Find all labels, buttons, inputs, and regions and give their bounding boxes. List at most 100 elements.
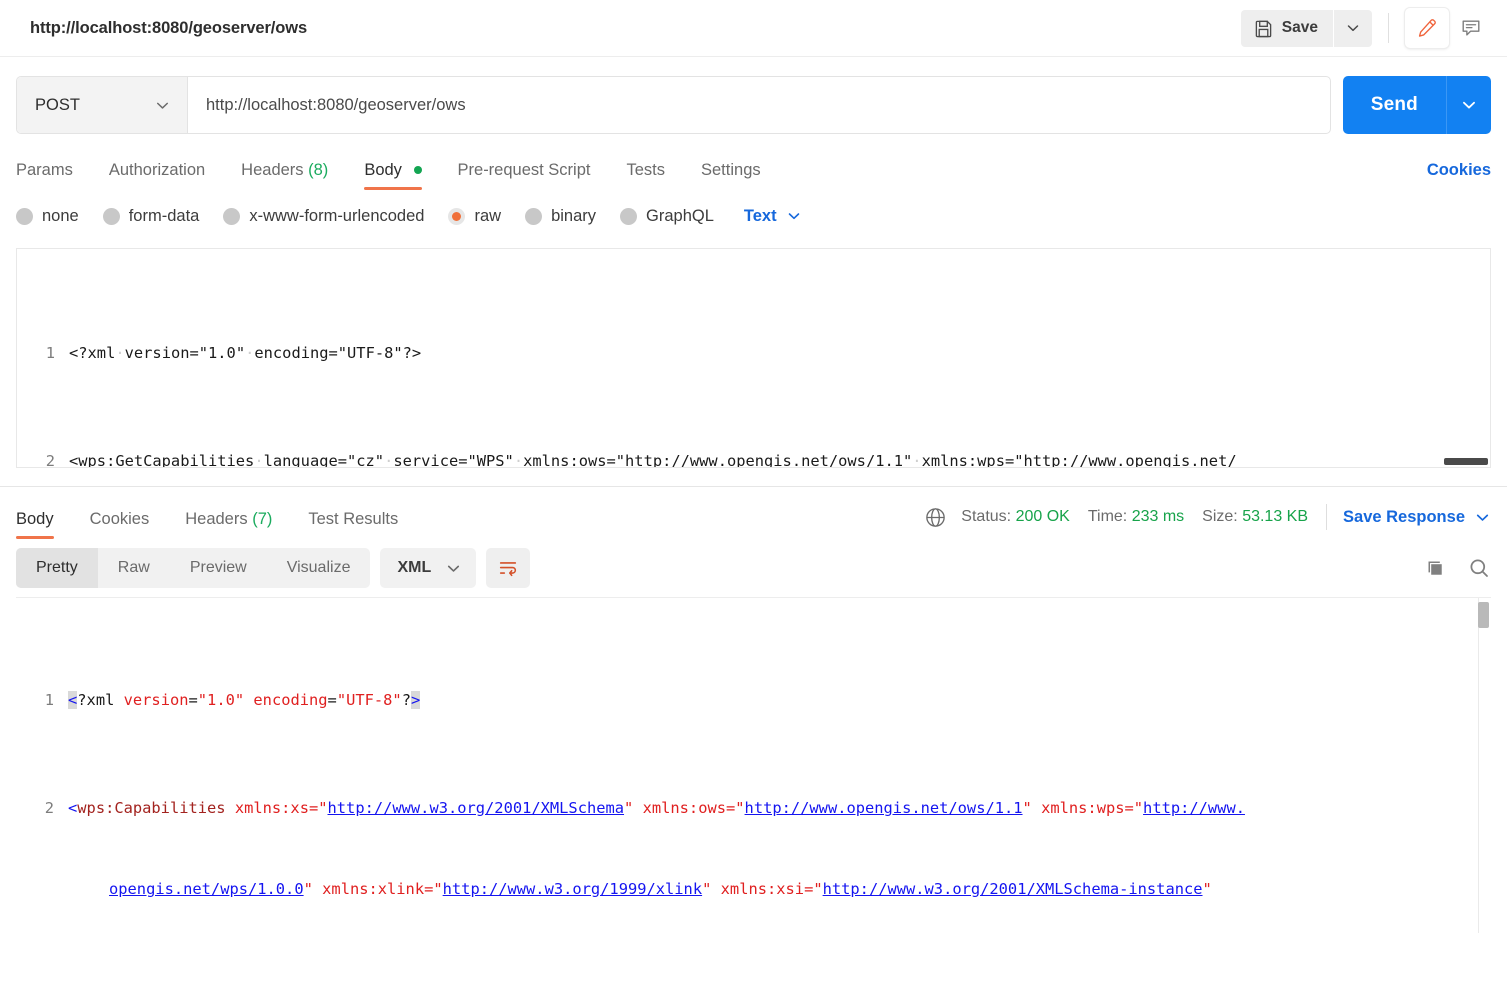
body-type-raw[interactable]: raw: [448, 207, 501, 226]
save-response-label: Save Response: [1343, 508, 1465, 527]
send-options-button[interactable]: [1446, 76, 1491, 134]
url-bar-section: POST Send: [0, 57, 1507, 134]
view-mode-raw[interactable]: Raw: [98, 548, 170, 588]
radio-label: x-www-form-urlencoded: [249, 207, 424, 226]
radio-icon-selected: [448, 208, 465, 225]
tab-count: (7): [252, 510, 272, 528]
tab-label: Body: [16, 510, 54, 528]
status-item: Status: 200 OK: [961, 508, 1070, 526]
code-line-text: <wps:GetCapabilities·language="cz"·servi…: [69, 448, 1490, 468]
radio-icon: [620, 208, 637, 225]
tab-settings[interactable]: Settings: [701, 161, 761, 190]
tab-label: Settings: [701, 161, 761, 179]
send-button-group: Send: [1343, 76, 1491, 134]
tab-label: Cookies: [90, 510, 150, 528]
tab-label: Test Results: [308, 510, 398, 528]
top-bar: http://localhost:8080/geoserver/ows Save: [0, 0, 1507, 57]
copy-icon[interactable]: [1424, 557, 1447, 580]
tab-label: Authorization: [109, 161, 205, 179]
save-response-button[interactable]: Save Response: [1343, 508, 1491, 527]
radio-label: none: [42, 207, 79, 226]
line-number-blank: [16, 876, 68, 903]
response-body-viewer[interactable]: 1 <?xml version="1.0" encoding="UTF-8"?>…: [16, 597, 1491, 933]
radio-icon: [525, 208, 542, 225]
request-editor-horizontal-scrollbar[interactable]: [1444, 458, 1488, 465]
tab-pre-request-script[interactable]: Pre-request Script: [458, 161, 591, 190]
tab-params[interactable]: Params: [16, 161, 73, 190]
tab-tests[interactable]: Tests: [626, 161, 665, 190]
body-type-graphql[interactable]: GraphQL: [620, 207, 714, 226]
code-line-text: <?xml version="1.0" encoding="UTF-8"?>: [68, 687, 1491, 714]
url-bar: POST: [16, 76, 1331, 134]
body-type-x-www-form-urlencoded[interactable]: x-www-form-urlencoded: [223, 207, 424, 226]
line-number: 1: [17, 340, 69, 367]
radio-label: form-data: [129, 207, 200, 226]
save-options-button[interactable]: [1334, 10, 1372, 47]
view-mode-visualize[interactable]: Visualize: [267, 548, 371, 588]
view-mode-preview[interactable]: Preview: [170, 548, 267, 588]
radio-label: binary: [551, 207, 596, 226]
code-line-row: 1 <?xml·version="1.0"·encoding="UTF-8"?>: [17, 340, 1490, 367]
request-body-editor[interactable]: 1 <?xml·version="1.0"·encoding="UTF-8"?>…: [16, 248, 1491, 468]
comments-button[interactable]: [1449, 8, 1493, 48]
tab-body[interactable]: Body: [364, 161, 421, 190]
body-type-row: none form-data x-www-form-urlencoded raw…: [0, 194, 1507, 238]
request-tabs: Params Authorization Headers (8) Body Pr…: [0, 150, 1507, 190]
chevron-down-icon: [786, 208, 802, 224]
response-toolbar-right: [1424, 556, 1491, 580]
method-select[interactable]: POST: [17, 77, 188, 133]
pencil-icon: [1416, 17, 1438, 39]
size-value: 53.13 KB: [1242, 508, 1308, 525]
status-label: Status:: [961, 508, 1011, 525]
body-type-binary[interactable]: binary: [525, 207, 596, 226]
save-button[interactable]: Save: [1241, 10, 1333, 47]
radio-label: raw: [474, 207, 501, 226]
tab-headers[interactable]: Headers (8): [241, 161, 328, 190]
body-present-dot-icon: [414, 166, 422, 174]
tab-authorization[interactable]: Authorization: [109, 161, 205, 190]
raw-format-select[interactable]: Text: [744, 207, 802, 226]
tab-label: Headers: [241, 161, 303, 179]
size-label: Size:: [1202, 508, 1238, 525]
response-vertical-scrollbar[interactable]: [1478, 602, 1489, 628]
request-code[interactable]: 1 <?xml·version="1.0"·encoding="UTF-8"?>…: [17, 259, 1490, 468]
response-toolbar: Pretty Raw Preview Visualize XML: [0, 539, 1507, 597]
time-label: Time:: [1088, 508, 1127, 525]
body-type-none[interactable]: none: [16, 207, 79, 226]
toolbar-divider: [1388, 13, 1389, 43]
chevron-down-icon: [154, 97, 171, 114]
code-line-row: 2 <wps:GetCapabilities·language="cz"·ser…: [17, 448, 1490, 468]
view-mode-pretty[interactable]: Pretty: [16, 548, 98, 588]
response-tab-cookies[interactable]: Cookies: [90, 510, 150, 539]
url-input[interactable]: [188, 77, 1330, 133]
comment-icon: [1460, 17, 1482, 39]
cookies-link[interactable]: Cookies: [1427, 161, 1491, 180]
size-item: Size: 53.13 KB: [1202, 508, 1308, 526]
response-view-modes: Pretty Raw Preview Visualize: [16, 548, 370, 588]
status-value: 200 OK: [1016, 508, 1070, 525]
time-item: Time: 233 ms: [1088, 508, 1184, 526]
radio-icon: [103, 208, 120, 225]
chevron-down-icon: [1474, 509, 1491, 526]
response-code[interactable]: 1 <?xml version="1.0" encoding="UTF-8"?>…: [16, 606, 1491, 933]
wrap-lines-button[interactable]: [486, 548, 530, 588]
tab-label: Params: [16, 161, 73, 179]
tab-label: Headers: [185, 510, 247, 528]
search-icon[interactable]: [1467, 556, 1491, 580]
request-title: http://localhost:8080/geoserver/ows: [30, 19, 1241, 38]
response-format-select[interactable]: XML: [380, 548, 476, 588]
response-tab-body[interactable]: Body: [16, 510, 54, 539]
response-tab-headers[interactable]: Headers (7): [185, 510, 272, 539]
code-line-row: 1 <?xml version="1.0" encoding="UTF-8"?>: [16, 687, 1491, 714]
send-button[interactable]: Send: [1343, 76, 1446, 134]
raw-format-label: Text: [744, 207, 777, 226]
time-value: 233 ms: [1132, 508, 1184, 525]
response-tab-test-results[interactable]: Test Results: [308, 510, 398, 539]
save-button-label: Save: [1282, 19, 1318, 37]
edit-request-button[interactable]: [1405, 8, 1449, 48]
body-type-form-data[interactable]: form-data: [103, 207, 200, 226]
code-line-text: <wps:Capabilities xmlns:xs="http://www.w…: [68, 795, 1491, 822]
meta-divider: [1326, 504, 1327, 530]
tab-label: Tests: [626, 161, 665, 179]
response-format-label: XML: [397, 559, 431, 577]
